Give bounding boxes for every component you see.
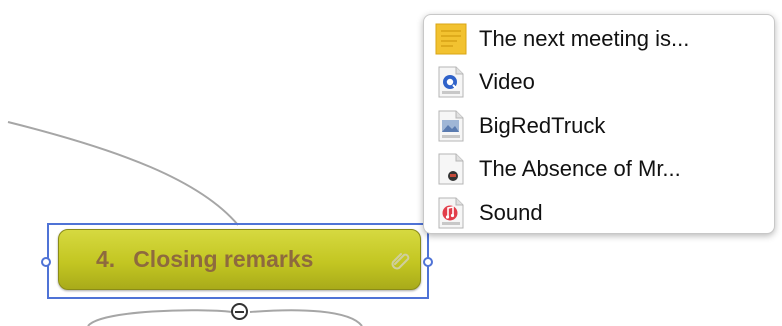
topic-number: 4. (96, 246, 116, 272)
attachment-item-bigredtruck[interactable]: BigRedTruck (424, 104, 774, 148)
note-icon (435, 22, 467, 56)
audio-file-icon (435, 196, 467, 230)
attachment-label: The Absence of Mr... (479, 156, 681, 182)
connector-line-lower-right (249, 309, 363, 326)
video-file-icon (435, 65, 467, 99)
attachment-item-sound[interactable]: Sound (424, 191, 774, 235)
attachment-item-note[interactable]: The next meeting is... (424, 17, 774, 61)
selection-handle-left[interactable] (41, 257, 51, 267)
document-file-icon (435, 152, 467, 186)
attachment-label: Video (479, 69, 535, 95)
paperclip-icon[interactable] (390, 248, 412, 270)
attachment-label: Sound (479, 199, 543, 225)
collapse-toggle[interactable] (231, 303, 248, 320)
topic-closing-remarks[interactable]: 4. Closing remarks (58, 229, 421, 290)
connector-line-upper (7, 121, 239, 226)
attachment-item-video[interactable]: Video (424, 61, 774, 105)
topic-title: Closing remarks (133, 246, 314, 272)
connector-line-lower (87, 309, 233, 326)
attachment-label: BigRedTruck (479, 112, 606, 138)
selection-handle-right[interactable] (423, 257, 433, 267)
png-file-icon (435, 109, 467, 143)
attachments-popup: The next meeting is... Video BigRedTruck… (423, 14, 775, 234)
attachment-label: The next meeting is... (479, 25, 690, 51)
mind-map-canvas[interactable]: 4. Closing remarks The next meeting is..… (0, 0, 782, 326)
attachment-item-document[interactable]: The Absence of Mr... (424, 148, 774, 192)
